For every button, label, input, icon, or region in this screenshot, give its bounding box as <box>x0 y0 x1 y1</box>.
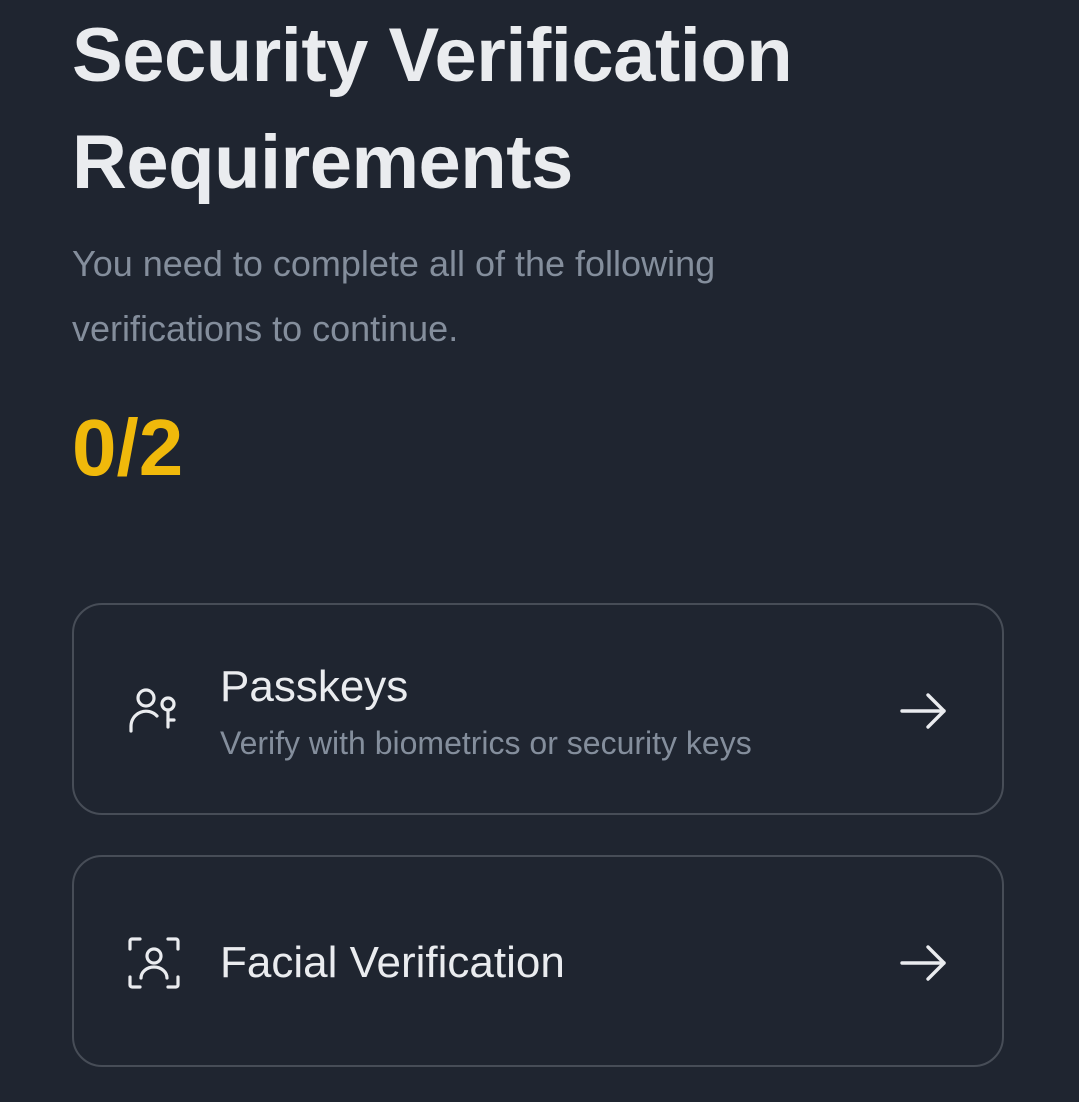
page-title: Security Verification Requirements <box>72 13 793 205</box>
passkey-icon <box>126 683 182 739</box>
passkeys-label: Passkeys <box>220 662 409 711</box>
verification-progress-counter: 0/2 <box>72 403 184 492</box>
arrow-right-icon <box>898 691 950 731</box>
page-subtitle: You need to complete all of the followin… <box>72 243 716 349</box>
passkeys-description: Verify with biometrics or security keys <box>220 725 752 761</box>
face-scan-icon <box>126 935 182 991</box>
facial-verification-label: Facial Verification <box>220 938 565 987</box>
facial-verification-card[interactable]: Facial Verification <box>72 855 1004 1067</box>
passkeys-verification-card[interactable]: Passkeys Verify with biometrics or secur… <box>72 603 1004 815</box>
arrow-right-icon <box>898 943 950 983</box>
